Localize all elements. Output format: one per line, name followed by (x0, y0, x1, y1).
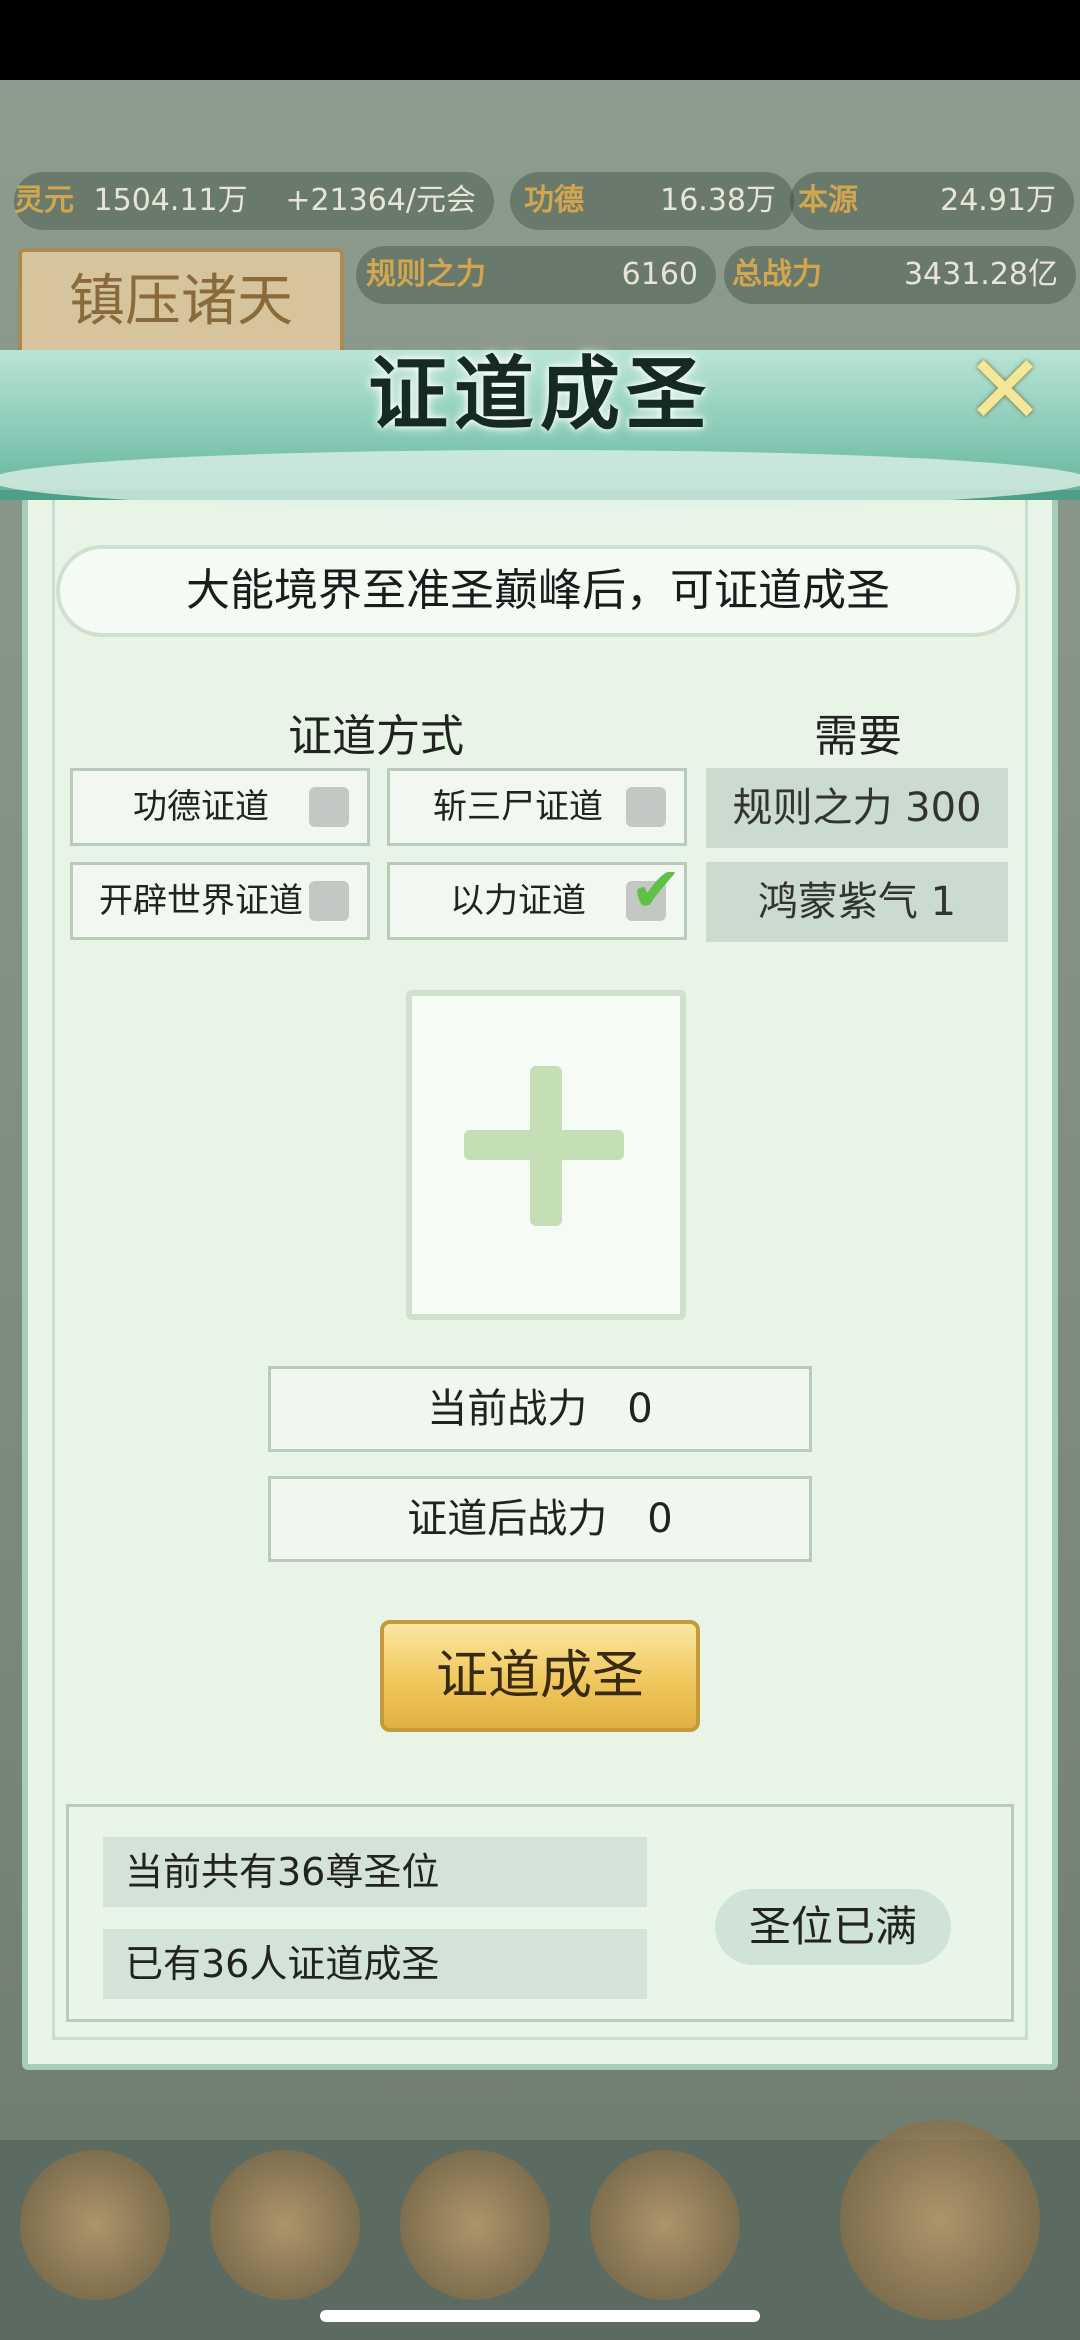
plus-icon-bar (464, 1130, 624, 1160)
dialog-title: 证道成圣 (368, 347, 712, 441)
guize-value: 6160 (621, 257, 698, 292)
zhengdao-button[interactable]: 证道成圣 (380, 1620, 700, 1732)
status-bar (0, 0, 1080, 80)
zongzhanli-value: 3431.28亿 (903, 257, 1058, 292)
next-era-icon[interactable] (840, 2120, 1040, 2320)
nav-icon-4[interactable] (590, 2150, 740, 2300)
gongde-value: 16.38万 (660, 183, 776, 218)
checkbox[interactable] (309, 881, 349, 921)
method-label: 以力证道 (450, 881, 586, 921)
add-slot-button[interactable] (406, 990, 686, 1320)
lingyuan-value: 1504.11万 (93, 183, 248, 218)
nav-icon-3[interactable] (400, 2150, 550, 2300)
need-hongmeng: 鸿蒙紫气 1 (706, 862, 1008, 942)
methods-header: 证道方式 (288, 711, 464, 762)
checkmark-icon: ✔ (630, 853, 682, 926)
nav-icon-1[interactable] (20, 2150, 170, 2300)
checkbox[interactable] (626, 787, 666, 827)
lingyuan-rate: +21364/元会 (285, 183, 476, 218)
method-label: 斩三尸证道 (433, 787, 603, 827)
method-kaipishijie[interactable]: 开辟世界证道 (70, 862, 370, 940)
lingyuan-bar: 灵元 1504.11万 +21364/元会 (14, 172, 494, 230)
checkbox[interactable] (309, 787, 349, 827)
after-power: 证道后战力 0 (268, 1476, 812, 1562)
benyuan-bar: 本源 24.91万 (790, 172, 1074, 230)
current-power: 当前战力 0 (268, 1366, 812, 1452)
gongde-label: 功德 (524, 183, 584, 218)
method-label: 开辟世界证道 (99, 881, 303, 921)
gongde-bar: 功德 16.38万 (510, 172, 794, 230)
info-total-seats: 当前共有36尊圣位 (103, 1837, 647, 1907)
method-yili[interactable]: 以力证道 ✔ (387, 853, 687, 940)
lingyuan-label: 灵元 (14, 183, 74, 218)
need-header: 需要 (814, 711, 902, 762)
close-button[interactable]: ✕ (960, 342, 1050, 438)
method-label: 功德证道 (133, 787, 269, 827)
status-badge: 圣位已满 (715, 1889, 951, 1965)
info-panel: 当前共有36尊圣位 已有36人证道成圣 圣位已满 (66, 1804, 1014, 2022)
need-guize: 规则之力 300 (706, 768, 1008, 848)
info-filled-seats: 已有36人证道成圣 (103, 1929, 647, 1999)
requirement-banner: 大能境界至准圣巅峰后，可证道成圣 (56, 545, 1020, 637)
benyuan-label: 本源 (798, 183, 858, 218)
benyuan-value: 24.91万 (940, 183, 1056, 218)
method-zhansanshi[interactable]: 斩三尸证道 (387, 768, 687, 846)
method-gongde[interactable]: 功德证道 (70, 768, 370, 846)
zongzhanli-label: 总战力 (732, 257, 822, 292)
home-indicator[interactable] (320, 2310, 760, 2322)
guize-bar: 规则之力 6160 (356, 246, 716, 304)
guize-label: 规则之力 (366, 257, 486, 292)
nav-icon-2[interactable] (210, 2150, 360, 2300)
zongzhanli-bar: 总战力 3431.28亿 (724, 246, 1076, 304)
